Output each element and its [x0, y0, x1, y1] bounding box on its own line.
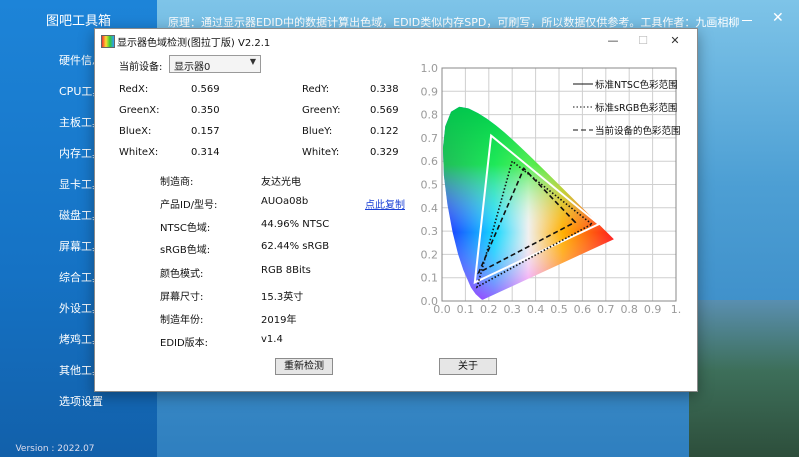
app-close-icon[interactable]: ✕	[772, 10, 784, 26]
x-tick-label: 0.2	[480, 303, 498, 316]
locus-shade-fill	[442, 106, 614, 300]
y-tick-label: 0.5	[421, 179, 439, 192]
x-tick-label: 0.4	[527, 303, 545, 316]
x-tick-label: 1.	[671, 303, 682, 316]
spectral-locus	[442, 106, 614, 300]
x-tick-label: 0.1	[457, 303, 475, 316]
sidebar-item-settings[interactable]: 选项设置	[59, 393, 103, 409]
x-tick-label: 0.8	[620, 303, 638, 316]
y-tick-label: 0.4	[421, 202, 439, 215]
gamut-dialog: 显示器色域检测(图拉丁版) V2.2.1 — ☐ ✕ 当前设备: 显示器0 ▼ …	[94, 28, 698, 392]
y-tick-label: 0.7	[421, 132, 439, 145]
y-tick-label: 0.0	[421, 295, 439, 308]
legend-label-2: 当前设备的色彩范围	[595, 125, 681, 137]
x-tick-label: 0.3	[503, 303, 521, 316]
x-tick-label: 0.6	[574, 303, 592, 316]
y-tick-label: 0.9	[421, 85, 439, 98]
app-title: 图吧工具箱	[45, 14, 111, 29]
desktop-landscape	[689, 300, 799, 457]
y-tick-label: 0.8	[421, 109, 439, 122]
x-tick-label: 0.9	[644, 303, 662, 316]
x-tick-label: 0.5	[550, 303, 568, 316]
chart-legend: 标准NTSC色彩范围标准sRGB色彩范围当前设备的色彩范围	[573, 79, 681, 137]
y-tick-label: 0.3	[421, 225, 439, 238]
y-tick-label: 0.1	[421, 272, 439, 285]
app-minimize-icon[interactable]	[742, 20, 752, 21]
version-label: Version : 2022.07	[15, 444, 95, 454]
y-tick-label: 0.2	[421, 248, 439, 261]
x-tick-label: 0.7	[597, 303, 615, 316]
cie-chart: 0.0 0.1 0.2 0.3 0.4 0.5 0.6 0.7 0.8 0.9 1.0.00.10.…	[421, 62, 682, 316]
legend-label-1: 标准sRGB色彩范围	[595, 102, 677, 114]
y-tick-label: 0.6	[421, 155, 439, 168]
legend-label-0: 标准NTSC色彩范围	[595, 79, 678, 91]
y-tick-label: 1.0	[421, 62, 439, 75]
